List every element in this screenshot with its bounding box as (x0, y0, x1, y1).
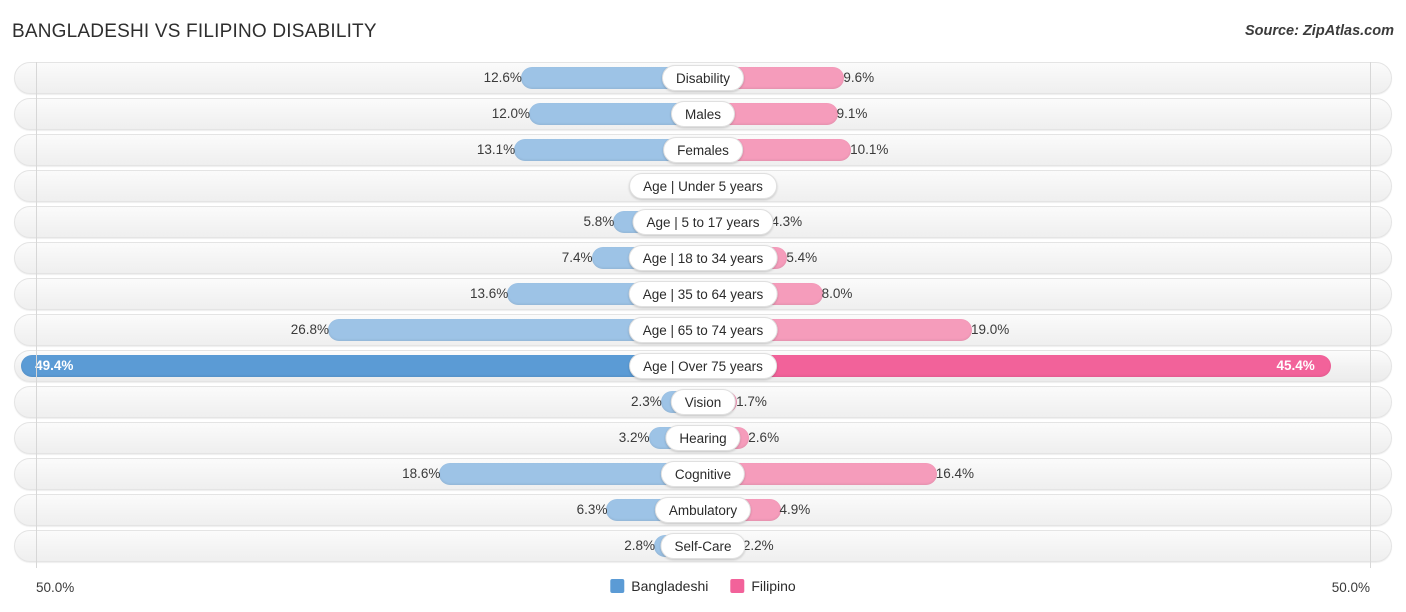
chart-row: 26.8% 19.0% Age | 65 to 74 years (14, 314, 1392, 346)
category-label: Females (663, 137, 743, 163)
category-label: Age | 18 to 34 years (628, 245, 778, 271)
value-label-bangladeshi: 13.6% (470, 286, 509, 301)
axis-tick-left: 50.0% (36, 580, 75, 595)
value-label-bangladeshi: 2.8% (624, 538, 655, 553)
bar-bangladeshi (21, 355, 702, 377)
value-label-bangladeshi: 6.3% (576, 502, 608, 517)
category-label: Age | Over 75 years (629, 353, 777, 379)
value-label-bangladeshi: 5.8% (583, 214, 615, 229)
legend-label: Bangladeshi (631, 578, 709, 594)
category-label: Males (670, 101, 736, 127)
value-label-filipino: 19.0% (971, 322, 1010, 337)
legend-item[interactable]: Bangladeshi (610, 578, 708, 594)
category-label: Self-Care (660, 533, 746, 559)
value-label-filipino: 1.7% (736, 394, 767, 409)
bar-filipino (704, 355, 1331, 377)
value-label-filipino: 5.4% (786, 250, 818, 265)
category-label: Vision (670, 389, 736, 415)
chart-page: BANGLADESHI VS FILIPINO DISABILITY Sourc… (0, 0, 1406, 612)
chart-plot-area: 12.6% 9.6% Disability 12.0% 9.1% Males 13.1% 10… (0, 62, 1406, 574)
chart-rows: 12.6% 9.6% Disability 12.0% 9.1% Males 13.1% 10… (14, 62, 1392, 566)
page-title: BANGLADESHI VS FILIPINO DISABILITY (12, 21, 377, 42)
value-label-filipino: 9.1% (836, 106, 868, 121)
category-label: Cognitive (660, 461, 746, 487)
value-label-filipino: 10.1% (850, 142, 889, 157)
value-label-filipino: 9.6% (843, 70, 875, 85)
chart-row: 12.0% 9.1% Males (14, 98, 1392, 130)
axis-tick-right: 50.0% (1331, 580, 1370, 595)
value-label-bangladeshi: 12.6% (483, 70, 522, 85)
value-label-filipino: 4.9% (779, 502, 811, 517)
value-label-bangladeshi: 13.1% (476, 142, 516, 157)
value-label-filipino: 8.0% (821, 286, 853, 301)
chart-row: 2.8% 2.2% Self-Care (14, 530, 1392, 562)
value-label-bangladeshi: 18.6% (402, 466, 441, 481)
category-label: Ambulatory (654, 497, 752, 523)
chart-row: 1.3%1.1%Age | Under 5 years (14, 170, 1392, 202)
value-label-bangladeshi: 12.0% (491, 106, 531, 121)
legend-label: Filipino (751, 578, 796, 594)
value-label-filipino: 45.4% (1276, 358, 1315, 373)
gridline-right (1370, 62, 1371, 568)
value-label-bangladeshi: 26.8% (290, 322, 330, 337)
category-label: Age | 65 to 74 years (628, 317, 778, 343)
value-label-bangladeshi: 3.2% (618, 430, 650, 445)
value-label-bangladeshi: 2.3% (631, 394, 662, 409)
chart-row: 12.6% 9.6% Disability (14, 62, 1392, 94)
value-label-bangladeshi: 7.4% (561, 250, 593, 265)
chart-row: 18.6% 16.4% Cognitive (14, 458, 1392, 490)
source-attribution: Source: ZipAtlas.com (1244, 23, 1394, 39)
legend-swatch-icon (610, 579, 625, 593)
chart-footer: 50.0% Bangladeshi Filipino 50.0% (0, 576, 1406, 612)
category-label: Age | 35 to 64 years (628, 281, 778, 307)
value-label-bangladeshi: 49.4% (35, 358, 74, 373)
chart-row: 7.4% 5.4% Age | 18 to 34 years (14, 242, 1392, 274)
value-label-filipino: 2.6% (748, 430, 780, 445)
chart-row: 5.8% 4.3% Age | 5 to 17 years (14, 206, 1392, 238)
chart-row: 6.3% 4.9% Ambulatory (14, 494, 1392, 526)
legend-swatch-icon (730, 579, 745, 593)
chart-row: 13.6% 8.0% Age | 35 to 64 years (14, 278, 1392, 310)
gridline-left (36, 62, 37, 568)
category-label: Age | Under 5 years (629, 173, 777, 199)
chart-row: 2.3% 1.7% Vision (14, 386, 1392, 418)
category-label: Disability (661, 65, 745, 91)
chart-row: 13.1% 10.1% Females (14, 134, 1392, 166)
value-label-filipino: 4.3% (771, 214, 803, 229)
category-label: Hearing (665, 425, 741, 451)
value-label-filipino: 16.4% (935, 466, 974, 481)
chart-legend: Bangladeshi Filipino (610, 578, 796, 594)
chart-row: 49.4% 45.4% Age | Over 75 years (14, 350, 1392, 382)
category-label: Age | 5 to 17 years (632, 209, 774, 235)
chart-row: 3.2% 2.6% Hearing (14, 422, 1392, 454)
legend-item[interactable]: Filipino (730, 578, 796, 594)
chart-header: BANGLADESHI VS FILIPINO DISABILITY Sourc… (0, 0, 1406, 60)
value-label-filipino: 2.2% (742, 538, 774, 553)
